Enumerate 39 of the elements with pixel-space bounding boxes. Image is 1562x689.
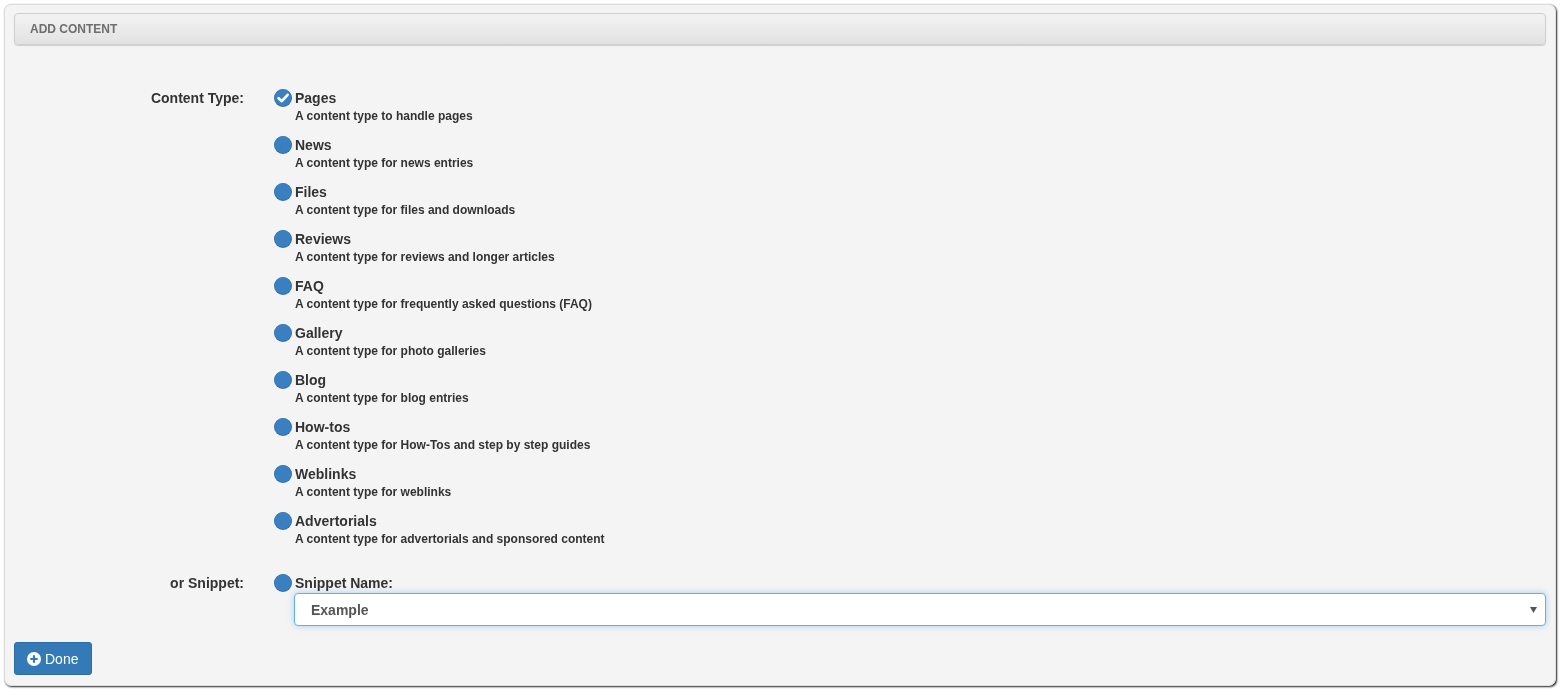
option-title[interactable]: Snippet Name: xyxy=(295,575,393,591)
option-title[interactable]: Reviews xyxy=(295,229,352,249)
snippet-select[interactable]: Example xyxy=(294,593,1546,626)
option-description: A content type for photo galleries xyxy=(295,343,486,359)
radio-icon[interactable] xyxy=(274,465,292,483)
option-title[interactable]: Blog xyxy=(295,370,327,390)
checked-radio-icon[interactable] xyxy=(274,89,292,107)
radio-icon[interactable] xyxy=(274,277,292,295)
option-description: A content type to handle pages xyxy=(295,108,473,124)
option-description: A content type for files and downloads xyxy=(295,202,516,218)
option-title[interactable]: Weblinks xyxy=(295,464,357,484)
plus-circle-icon xyxy=(27,651,41,666)
field-label: Content Type: xyxy=(150,89,244,108)
done-button[interactable]: Done xyxy=(14,642,93,675)
option-description: A content type for weblinks xyxy=(295,484,452,500)
field-label: or Snippet: xyxy=(170,574,244,593)
option-title[interactable]: Pages xyxy=(295,88,337,108)
radio-icon[interactable] xyxy=(274,324,292,342)
option-description: A content type for How-Tos and step by step guides xyxy=(295,437,591,453)
radio-icon[interactable] xyxy=(274,574,292,592)
option-title[interactable]: Advertorials xyxy=(295,511,377,531)
radio-icon[interactable] xyxy=(274,512,292,530)
option-description: A content type for frequently asked questions (FAQ) xyxy=(295,296,592,312)
option-title[interactable]: Files xyxy=(295,182,327,202)
option-description: A content type for blog entries xyxy=(295,390,469,406)
radio-icon[interactable] xyxy=(274,136,292,154)
radio-icon[interactable] xyxy=(274,371,292,389)
option-description: A content type for news entries xyxy=(295,155,474,171)
panel-title: ADD CONTENT xyxy=(30,22,118,36)
option-title[interactable]: How-tos xyxy=(295,417,351,437)
option-title[interactable]: FAQ xyxy=(295,276,324,296)
option-title[interactable]: Gallery xyxy=(295,323,343,343)
option-description: A content type for advertorials and sponsored content xyxy=(295,531,605,547)
radio-icon[interactable] xyxy=(274,230,292,248)
option-title[interactable]: News xyxy=(295,135,332,155)
caret-icon xyxy=(1530,606,1537,613)
option-description: A content type for reviews and longer articles xyxy=(295,249,555,265)
radio-icon[interactable] xyxy=(274,418,292,436)
radio-icon[interactable] xyxy=(274,183,292,201)
